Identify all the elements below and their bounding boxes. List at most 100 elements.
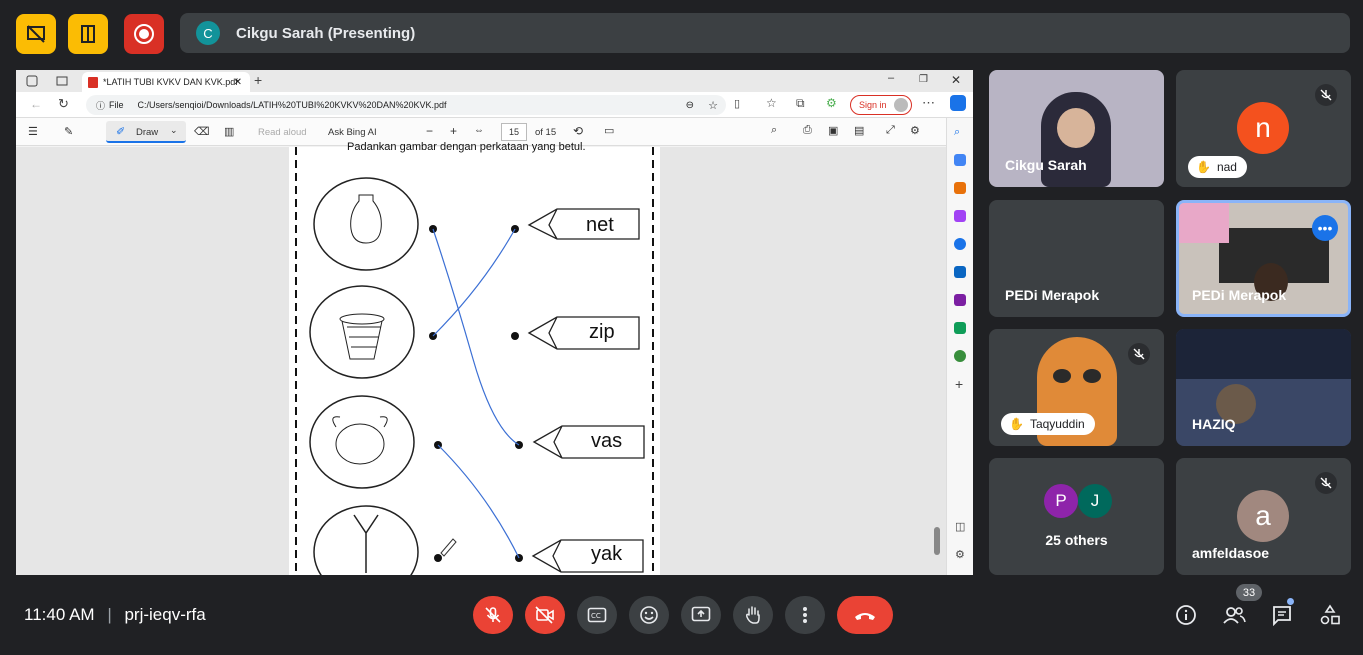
video-background [1176, 329, 1351, 379]
extension-icon[interactable]: ⚙ [826, 96, 837, 110]
hand-icon [746, 606, 760, 624]
pdf-scrollbar[interactable] [934, 527, 940, 555]
url-prefix: File [109, 100, 124, 110]
present-button[interactable] [681, 596, 721, 634]
designer-icon[interactable] [954, 294, 966, 306]
back-icon[interactable]: ← [30, 97, 42, 111]
favorite-star-icon[interactable]: ☆ [708, 99, 718, 112]
recording-button[interactable] [124, 14, 164, 54]
search-sidebar-icon[interactable]: ⌕ [954, 126, 960, 139]
participant-name: amfeldasoe [1192, 545, 1270, 561]
participant-tile[interactable]: a amfeldasoe [1176, 458, 1351, 575]
search-icon[interactable]: ⌕ [771, 124, 777, 137]
participant-tile[interactable]: ✋ Taqyuddin [989, 329, 1164, 446]
restore-icon[interactable]: ❐ [919, 74, 928, 85]
save-icon[interactable]: ▣ [828, 124, 838, 137]
tab-actions-icon[interactable] [56, 75, 68, 87]
zoom-icon[interactable]: ⊖ [686, 100, 694, 111]
leave-call-button[interactable] [837, 596, 893, 634]
stop-presenting-button[interactable] [16, 14, 56, 54]
chat-button[interactable] [1270, 603, 1294, 627]
games-icon[interactable] [954, 210, 966, 222]
fullscreen-icon[interactable]: ⤢ [886, 124, 895, 137]
people-count-badge: 33 [1236, 584, 1262, 601]
reactions-button[interactable] [629, 596, 669, 634]
mic-off-icon [485, 607, 501, 623]
hide-sidebar-icon[interactable]: ◫ [955, 520, 965, 533]
browser-tab[interactable]: *LATIH TUBI KVKV DAN KVK.pdf ✕ [82, 72, 250, 92]
breakout-button[interactable] [68, 14, 108, 54]
worksheet-page: Padankan gambar dengan perkataan yang be… [289, 141, 660, 575]
collections-icon[interactable]: ⧉ [796, 96, 805, 111]
camera-toggle-button[interactable] [525, 596, 565, 634]
participant-tile[interactable]: n ✋ nad [1176, 70, 1351, 187]
fit-page-icon[interactable]: ⇔ [474, 125, 484, 136]
refresh-icon[interactable]: ↻ [58, 96, 69, 112]
new-tab-icon[interactable]: + [254, 72, 262, 88]
presenter-banner: C Cikgu Sarah (Presenting) [180, 13, 1350, 53]
page-total: of 15 [535, 127, 557, 138]
sidebar-settings-icon[interactable]: ⚙ [955, 548, 965, 561]
add-sidebar-icon[interactable]: + [955, 376, 963, 392]
presenter-avatar: C [196, 21, 220, 45]
url-field[interactable]: ⓘ File C:/Users/senqioi/Downloads/LATIH%… [86, 95, 726, 115]
more-icon[interactable]: ⋯ [922, 95, 935, 111]
page-view-icon[interactable]: ▥ [224, 125, 234, 138]
rotate-icon[interactable]: ⟲ [573, 124, 583, 138]
highlight-icon[interactable]: ✎ [64, 125, 73, 138]
mic-off-icon [1315, 472, 1337, 494]
zoom-out-icon[interactable]: − [426, 124, 433, 138]
word-vas: vas [591, 430, 623, 452]
favorites-icon[interactable]: ☆ [766, 96, 777, 110]
save-as-icon[interactable]: ▤ [854, 124, 864, 137]
raise-hand-button[interactable] [733, 596, 773, 634]
copilot-icon[interactable] [950, 95, 966, 111]
hand-icon: ✋ [1196, 160, 1211, 174]
mic-off-icon [1128, 343, 1150, 365]
word-net: net [586, 214, 614, 236]
shopping-icon[interactable] [954, 154, 966, 166]
mic-toggle-button[interactable] [473, 596, 513, 634]
contents-icon[interactable]: ☰ [28, 125, 38, 138]
close-tab-icon[interactable]: ✕ [234, 77, 242, 88]
two-page-icon[interactable]: ▭ [604, 124, 614, 137]
eraser-icon[interactable]: ⌫ [194, 125, 210, 138]
minimize-icon[interactable]: – [888, 72, 894, 84]
activities-button[interactable] [1318, 603, 1342, 627]
participant-tile-active[interactable]: ••• PEDi Merapok [1176, 200, 1351, 317]
others-tile[interactable]: P J 25 others [989, 458, 1164, 575]
browser-titlebar: *LATIH TUBI KVKV DAN KVK.pdf ✕ + – ❐ ✕ [16, 70, 973, 92]
more-options-button[interactable] [785, 596, 825, 634]
send-icon[interactable] [954, 322, 966, 334]
sign-in-label: Sign in [859, 100, 887, 110]
settings-icon[interactable]: ⚙ [910, 124, 920, 137]
close-window-icon[interactable]: ✕ [951, 73, 961, 87]
draw-button[interactable]: ✐ Draw ⌄ [106, 121, 186, 143]
svg-text:CC: CC [591, 612, 601, 620]
participant-tile[interactable]: PEDi Merapok [989, 200, 1164, 317]
page-number-input[interactable]: 15 [501, 123, 527, 141]
captions-button[interactable]: CC [577, 596, 617, 634]
raised-hand-chip: ✋ nad [1188, 156, 1247, 178]
participant-tile[interactable]: Cikgu Sarah [989, 70, 1164, 187]
outlook-icon[interactable] [954, 266, 966, 278]
reading-view-icon[interactable]: ▯ [734, 97, 740, 110]
people-button[interactable] [1222, 603, 1246, 627]
meeting-details-button[interactable] [1174, 603, 1198, 627]
office-icon[interactable] [954, 238, 966, 250]
print-icon[interactable]: ⎙ [803, 124, 812, 137]
meeting-code: prj-ieqv-rfa [124, 605, 206, 624]
read-aloud-button[interactable]: Read aloud [258, 127, 307, 138]
workspaces-icon[interactable] [26, 75, 38, 87]
chat-notification-dot [1287, 598, 1294, 605]
present-screen-icon [691, 606, 711, 622]
ask-bing-button[interactable]: Ask Bing AI [328, 127, 377, 138]
tree-icon[interactable] [954, 350, 966, 362]
info-icon [1176, 605, 1196, 625]
sign-in-button[interactable]: Sign in [850, 95, 912, 115]
more-options-icon[interactable]: ••• [1312, 215, 1338, 241]
participant-tile[interactable]: HAZIQ [1176, 329, 1351, 446]
record-icon [134, 24, 154, 44]
tools-icon[interactable] [954, 182, 966, 194]
zoom-in-icon[interactable]: + [450, 124, 457, 138]
